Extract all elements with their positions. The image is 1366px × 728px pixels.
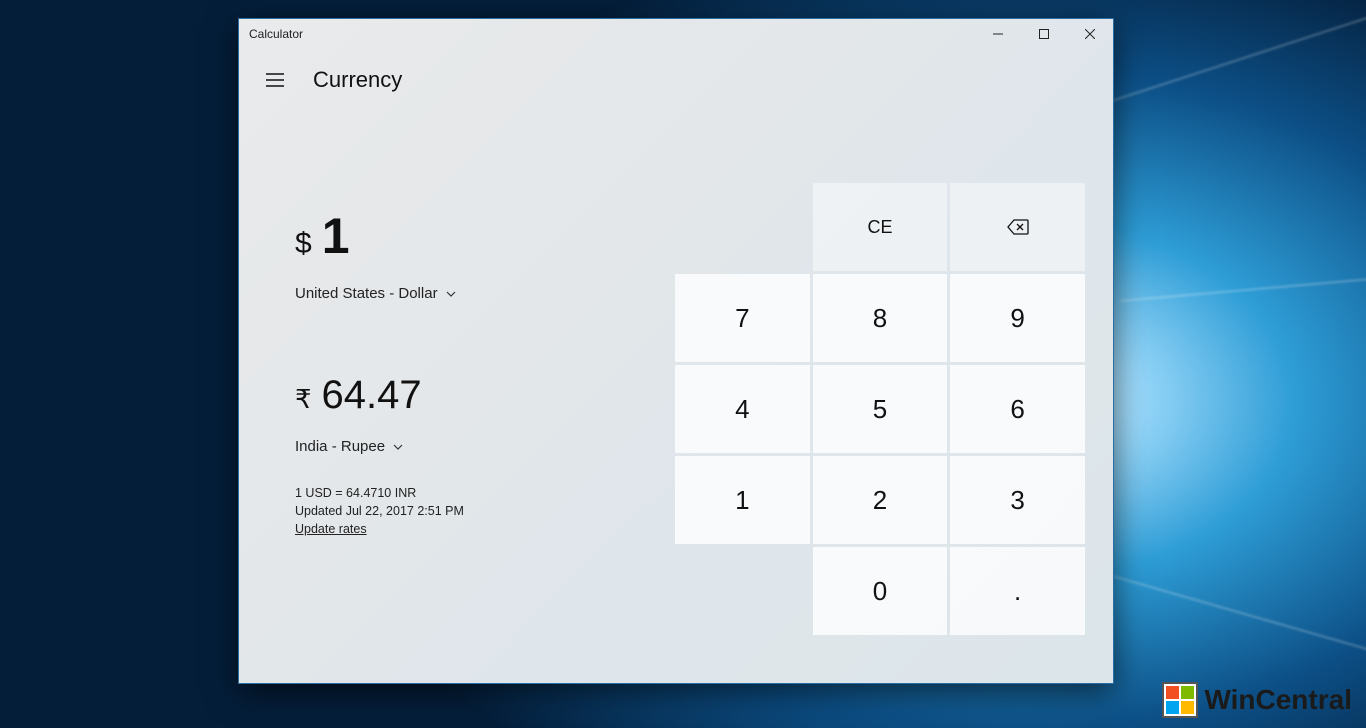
backspace-icon: [1007, 219, 1029, 235]
update-rates-link[interactable]: Update rates: [295, 520, 367, 538]
from-block: $ 1 United States - Dollar: [295, 207, 655, 303]
header: Currency: [239, 49, 1113, 103]
key-7[interactable]: 7: [675, 274, 810, 362]
key-2[interactable]: 2: [813, 456, 948, 544]
titlebar: Calculator: [239, 19, 1113, 49]
key-clear-entry[interactable]: CE: [813, 183, 948, 271]
window-controls: [975, 19, 1113, 49]
chevron-down-icon: [446, 289, 456, 299]
to-value-line[interactable]: ₹ 64.47: [295, 373, 655, 418]
key-backspace[interactable]: [950, 183, 1085, 271]
conversion-panel: $ 1 United States - Dollar ₹ 64.47 India…: [295, 103, 655, 663]
minimize-button[interactable]: [975, 19, 1021, 49]
chevron-down-icon: [393, 442, 403, 452]
to-block: ₹ 64.47 India - Rupee: [295, 373, 655, 456]
from-unit-label: United States - Dollar: [295, 285, 438, 302]
watermark-text: WinCentral: [1204, 684, 1352, 716]
calculator-window: Calculator Currency: [238, 18, 1114, 684]
rate-info: 1 USD = 64.4710 INR Updated Jul 22, 2017…: [295, 484, 655, 538]
key-decimal[interactable]: .: [950, 547, 1085, 635]
rate-updated: Updated Jul 22, 2017 2:51 PM: [295, 502, 655, 520]
window-title: Calculator: [249, 27, 303, 41]
key-6[interactable]: 6: [950, 365, 1085, 453]
body: $ 1 United States - Dollar ₹ 64.47 India…: [239, 103, 1113, 683]
maximize-icon: [1039, 29, 1049, 39]
close-icon: [1085, 29, 1095, 39]
to-symbol: ₹: [295, 384, 312, 415]
keypad: CE 7 8 9 4 5 6 1 2 3 0 .: [675, 103, 1085, 663]
from-symbol: $: [295, 227, 312, 261]
key-empty: [675, 547, 810, 635]
to-value: 64.47: [322, 373, 422, 418]
maximize-button[interactable]: [1021, 19, 1067, 49]
watermark-logo-icon: [1162, 682, 1198, 718]
key-empty: [675, 183, 810, 271]
rate-line: 1 USD = 64.4710 INR: [295, 484, 655, 502]
to-unit-label: India - Rupee: [295, 438, 385, 455]
key-5[interactable]: 5: [813, 365, 948, 453]
key-4[interactable]: 4: [675, 365, 810, 453]
key-8[interactable]: 8: [813, 274, 948, 362]
mode-title: Currency: [313, 67, 402, 93]
close-button[interactable]: [1067, 19, 1113, 49]
key-9[interactable]: 9: [950, 274, 1085, 362]
from-value: 1: [322, 207, 350, 265]
from-value-line[interactable]: $ 1: [295, 207, 655, 265]
key-0[interactable]: 0: [813, 547, 948, 635]
from-unit-select[interactable]: United States - Dollar: [295, 285, 456, 302]
minimize-icon: [993, 29, 1003, 39]
to-unit-select[interactable]: India - Rupee: [295, 438, 403, 455]
key-3[interactable]: 3: [950, 456, 1085, 544]
key-1[interactable]: 1: [675, 456, 810, 544]
hamburger-icon: [266, 73, 284, 87]
menu-button[interactable]: [255, 60, 295, 100]
watermark: WinCentral: [1156, 678, 1358, 722]
